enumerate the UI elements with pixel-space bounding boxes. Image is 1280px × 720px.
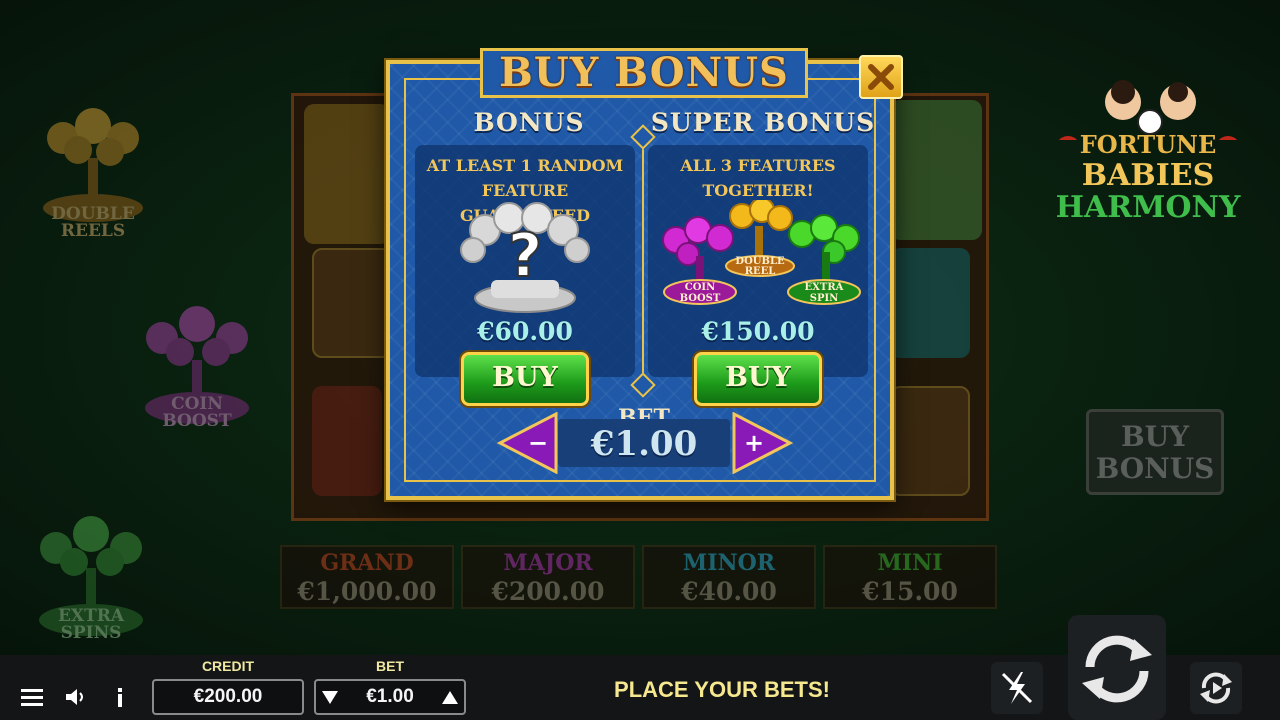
frame-corner [386, 60, 416, 90]
info-button[interactable] [106, 683, 134, 711]
feature-label: SPINS [60, 623, 122, 643]
spin-icon [1082, 635, 1152, 703]
background-buy-bonus-button: BUY BONUS [1086, 409, 1224, 495]
plus-icon: + [744, 429, 764, 457]
tree-label: REEL [745, 266, 776, 277]
number-symbol [312, 386, 382, 496]
buy-bonus-line2: BONUS [1095, 452, 1215, 485]
minus-icon: − [528, 429, 548, 457]
tree-label: BOOST [680, 293, 721, 304]
bet-decrease-button[interactable]: − [496, 411, 560, 475]
tree-label: SPIN [810, 293, 839, 304]
triangle-up-icon [442, 691, 458, 704]
bet-label: BET [376, 658, 404, 674]
turbo-icon [1001, 672, 1033, 704]
bonus-heading: BONUS [473, 108, 585, 137]
super-bonus-heading: SUPER BONUS [650, 108, 876, 137]
status-message: PLACE YOUR BETS! [614, 677, 830, 702]
modal-title-plate: BUY BONUS [480, 48, 808, 98]
three-coin-trees-icon: COIN BOOST DOUBLE REEL EXTRA SPIN [662, 200, 861, 305]
arrow-right-icon: + [732, 411, 794, 475]
close-button[interactable] [859, 55, 903, 99]
game-stage: DOUBLE REELS COIN BOOST EXTRA SPINS GRAN… [0, 0, 1280, 655]
bonus-buy-button[interactable]: BUY [461, 352, 589, 406]
jackpot-name: MAJOR [503, 550, 593, 576]
question-mark: ? [508, 221, 543, 291]
autoplay-button[interactable] [1190, 662, 1242, 714]
modal-title: BUY BONUS [499, 49, 789, 96]
spin-button[interactable] [1068, 615, 1166, 720]
logo-line3: HARMONY [1055, 190, 1241, 225]
jackpot-name: MINOR [682, 550, 776, 576]
baby-symbol [890, 100, 982, 240]
jackpot-grand: GRAND €1,000.00 [280, 545, 454, 609]
dragon-symbol [304, 104, 390, 244]
bet-up-button[interactable] [438, 685, 462, 709]
credit-value: €200.00 [152, 679, 304, 715]
jackpot-name: GRAND [320, 550, 414, 576]
jackpot-major: MAJOR €200.00 [461, 545, 635, 609]
triangle-down-icon [322, 691, 338, 704]
jackpot-value: €15.00 [862, 577, 958, 606]
super-bonus-panel: ALL 3 FEATURES TOGETHER! COIN BOOST DOUB… [648, 145, 868, 377]
jackpot-value: €40.00 [681, 577, 777, 606]
modal-bet-value: €1.00 [558, 419, 730, 467]
jackpot-value: €200.00 [491, 577, 605, 606]
jackpot-name: MINI [877, 550, 943, 576]
frame-corner [386, 470, 416, 500]
jackpot-mini: MINI €15.00 [823, 545, 997, 609]
feature-extra-spins: EXTRA SPINS [16, 498, 166, 648]
silver-coin-tree-icon: ? [460, 202, 590, 313]
logo-line1: FORTUNE [1079, 130, 1217, 159]
sound-icon [66, 689, 83, 705]
tree-label: COIN [685, 282, 716, 293]
column-divider [642, 126, 644, 396]
bet-increase-button[interactable]: + [730, 411, 794, 475]
fu-symbol [890, 386, 970, 496]
credit-label: CREDIT [201, 658, 255, 674]
turbo-button[interactable] [991, 662, 1043, 714]
feature-coin-boost: COIN BOOST [122, 290, 272, 440]
super-bonus-description: ALL 3 FEATURES TOGETHER! [648, 153, 868, 203]
buy-bonus-modal: BUY BONUS BONUS AT LEAST 1 RANDOM FEATUR… [386, 48, 903, 500]
super-bonus-description-line1: ALL 3 FEATURES [680, 156, 836, 175]
sound-button[interactable] [62, 683, 90, 711]
bonus-price: €60.00 [477, 317, 573, 346]
frame-corner [864, 470, 894, 500]
feature-label: REELS [60, 221, 126, 241]
arrow-left-icon: − [496, 411, 558, 475]
feature-label: BOOST [162, 411, 232, 431]
bonus-description-line1: AT LEAST 1 RANDOM [426, 156, 624, 175]
fish-symbol [890, 248, 970, 358]
jackpot-value: €1,000.00 [297, 577, 437, 606]
menu-button[interactable] [18, 683, 46, 711]
info-icon [118, 688, 122, 707]
bet-down-button[interactable] [318, 685, 342, 709]
autoplay-icon [1200, 672, 1232, 704]
game-logo: FORTUNE BABIES HARMONY [1048, 80, 1248, 230]
fu-symbol [312, 248, 392, 358]
tree-label: EXTRA [805, 282, 844, 293]
jackpot-minor: MINOR €40.00 [642, 545, 816, 609]
feature-double-reels: DOUBLE REELS [18, 88, 168, 241]
buy-bonus-line1: BUY [1120, 420, 1190, 453]
menu-icon [21, 689, 43, 706]
bet-value: €1.00 [366, 686, 414, 707]
close-x-icon [868, 64, 894, 90]
super-bonus-price: €150.00 [701, 317, 815, 346]
super-bonus-buy-button[interactable]: BUY [694, 352, 822, 406]
bonus-panel: AT LEAST 1 RANDOM FEATURE GUARANTEED ? €… [415, 145, 635, 377]
logo-line2: BABIES [1081, 158, 1215, 193]
